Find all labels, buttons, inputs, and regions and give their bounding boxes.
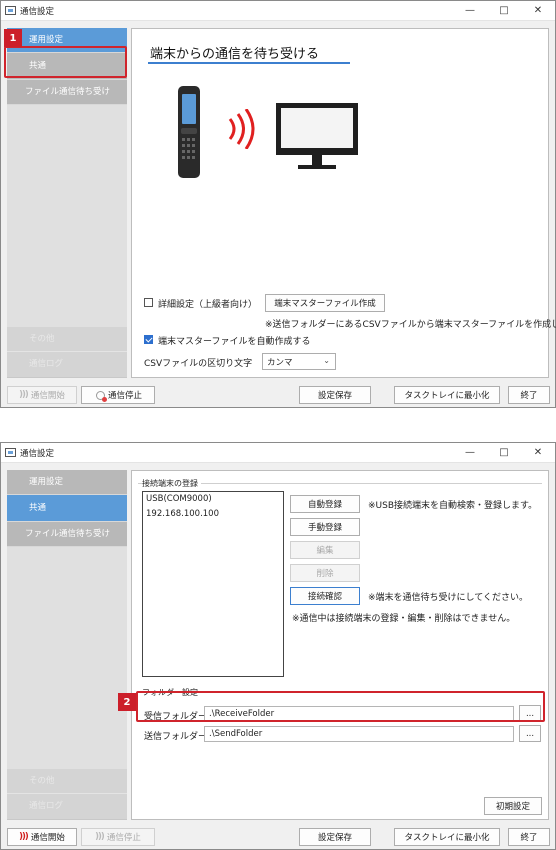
stop-label: 通信停止: [107, 391, 142, 401]
stop-label: 通信停止: [106, 833, 141, 843]
exit-button[interactable]: 終了: [508, 386, 550, 404]
app-icon: [5, 448, 16, 457]
signal-icon: ))): [19, 832, 29, 842]
close-icon[interactable]: ✕: [521, 5, 555, 16]
csv-delimiter-value: カンマ: [267, 357, 293, 368]
auto-register-button[interactable]: 自動登録: [290, 495, 360, 513]
csv-delimiter-select[interactable]: カンマ ⌄: [262, 353, 336, 370]
maximize-icon[interactable]: □: [487, 447, 521, 458]
send-folder-browse-button[interactable]: ...: [519, 725, 541, 742]
callout-box-1: [4, 46, 127, 78]
communicating-note: ※通信中は接続端末の登録・編集・削除はできません。: [292, 614, 516, 624]
minimize-to-tray-button[interactable]: タスクトレイに最小化: [394, 386, 500, 404]
callout-badge-2: 2: [118, 693, 136, 711]
sidebar-item-log[interactable]: 通信ログ: [7, 352, 127, 377]
list-item[interactable]: 192.168.100.100: [143, 507, 283, 522]
start-communication-button[interactable]: ))) 通信開始: [7, 386, 77, 404]
maximize-icon[interactable]: □: [487, 5, 521, 16]
sidebar: 運用設定 共通 ファイル通信待ち受け その他 通信ログ: [7, 28, 127, 378]
list-item[interactable]: USB(COM9000): [143, 492, 283, 507]
title-bar: 通信設定 — □ ✕: [1, 1, 555, 21]
auto-register-note: ※USB接続端末を自動検索・登録します。: [368, 501, 538, 511]
minimize-icon[interactable]: —: [453, 5, 487, 16]
main-panel: 接続端末の登録 USB(COM9000) 192.168.100.100 自動登…: [131, 470, 549, 820]
sidebar-item-other[interactable]: その他: [7, 327, 127, 352]
sidebar-item-file-wait[interactable]: ファイル通信待ち受け: [7, 80, 127, 105]
sidebar-item-log[interactable]: 通信ログ: [7, 794, 127, 819]
start-communication-button[interactable]: ))) 通信開始: [7, 828, 77, 846]
sidebar-item-common[interactable]: 共通: [7, 495, 127, 522]
sidebar-filler: [7, 547, 127, 769]
page-title: 端末からの通信を待ち受ける: [150, 47, 320, 62]
save-settings-button[interactable]: 設定保存: [299, 386, 371, 404]
callout-badge-1: 1: [4, 29, 22, 47]
delete-button[interactable]: 削除: [290, 564, 360, 582]
window-bottom: 通信設定 — □ ✕ 運用設定 共通 ファイル通信待ち受け その他 通信ログ 接…: [0, 442, 556, 850]
monitor-icon: [276, 103, 358, 169]
main-panel: 端末からの通信を待ち受ける 詳細設定（上級者向け） 端末マスターファイル作成 ※…: [131, 28, 556, 378]
terminal-group-label: 接続端末の登録: [142, 478, 201, 489]
start-label: 通信開始: [30, 833, 65, 843]
sidebar-filler: [7, 105, 127, 327]
check-connection-button[interactable]: 接続確認: [290, 587, 360, 605]
minimize-to-tray-button[interactable]: タスクトレイに最小化: [394, 828, 500, 846]
handheld-terminal-icon: [178, 86, 200, 178]
callout-box-2: [136, 691, 545, 722]
chevron-down-icon: ⌄: [323, 356, 330, 365]
minimize-icon[interactable]: —: [453, 447, 487, 458]
title-bar: 通信設定 — □ ✕: [1, 443, 555, 463]
stop-communication-button[interactable]: 通信停止: [81, 386, 155, 404]
app-icon: [5, 6, 16, 15]
sidebar-item-file-wait[interactable]: ファイル通信待ち受け: [7, 522, 127, 547]
sidebar: 運用設定 共通 ファイル通信待ち受け その他 通信ログ: [7, 470, 127, 820]
exit-button[interactable]: 終了: [508, 828, 550, 846]
advanced-settings-label: 詳細設定（上級者向け）: [158, 300, 258, 310]
signal-icon: ))): [19, 390, 29, 400]
start-label: 通信開始: [30, 391, 65, 401]
window-title: 通信設定: [20, 6, 55, 17]
send-folder-input[interactable]: .\SendFolder: [204, 726, 514, 742]
save-settings-button[interactable]: 設定保存: [299, 828, 371, 846]
terminal-list[interactable]: USB(COM9000) 192.168.100.100: [142, 491, 284, 677]
signal-stop-icon: ))): [95, 832, 105, 842]
window-title: 通信設定: [20, 448, 55, 459]
create-master-file-button[interactable]: 端末マスターファイル作成: [265, 294, 385, 312]
stop-icon: [95, 390, 107, 402]
send-folder-label: 送信フォルダー: [144, 732, 208, 742]
auto-create-checkbox[interactable]: [144, 335, 153, 344]
sidebar-item-operation[interactable]: 運用設定: [7, 470, 127, 495]
sidebar-item-other[interactable]: その他: [7, 769, 127, 794]
master-file-note: ※送信フォルダーにあるCSVファイルから端末マスターファイルを作成します: [265, 320, 556, 330]
stop-communication-button[interactable]: ))) 通信停止: [81, 828, 155, 846]
close-icon[interactable]: ✕: [521, 447, 555, 458]
title-underline: [148, 62, 350, 64]
advanced-settings-checkbox[interactable]: [144, 298, 153, 307]
reset-defaults-button[interactable]: 初期設定: [484, 797, 542, 815]
auto-create-label: 端末マスターファイルを自動作成する: [158, 337, 311, 347]
wireless-signal-icon: [228, 109, 255, 149]
csv-delimiter-label: CSVファイルの区切り文字: [144, 359, 253, 369]
manual-register-button[interactable]: 手動登録: [290, 518, 360, 536]
check-connection-note: ※端末を通信待ち受けにしてください。: [368, 593, 529, 603]
edit-button[interactable]: 編集: [290, 541, 360, 559]
